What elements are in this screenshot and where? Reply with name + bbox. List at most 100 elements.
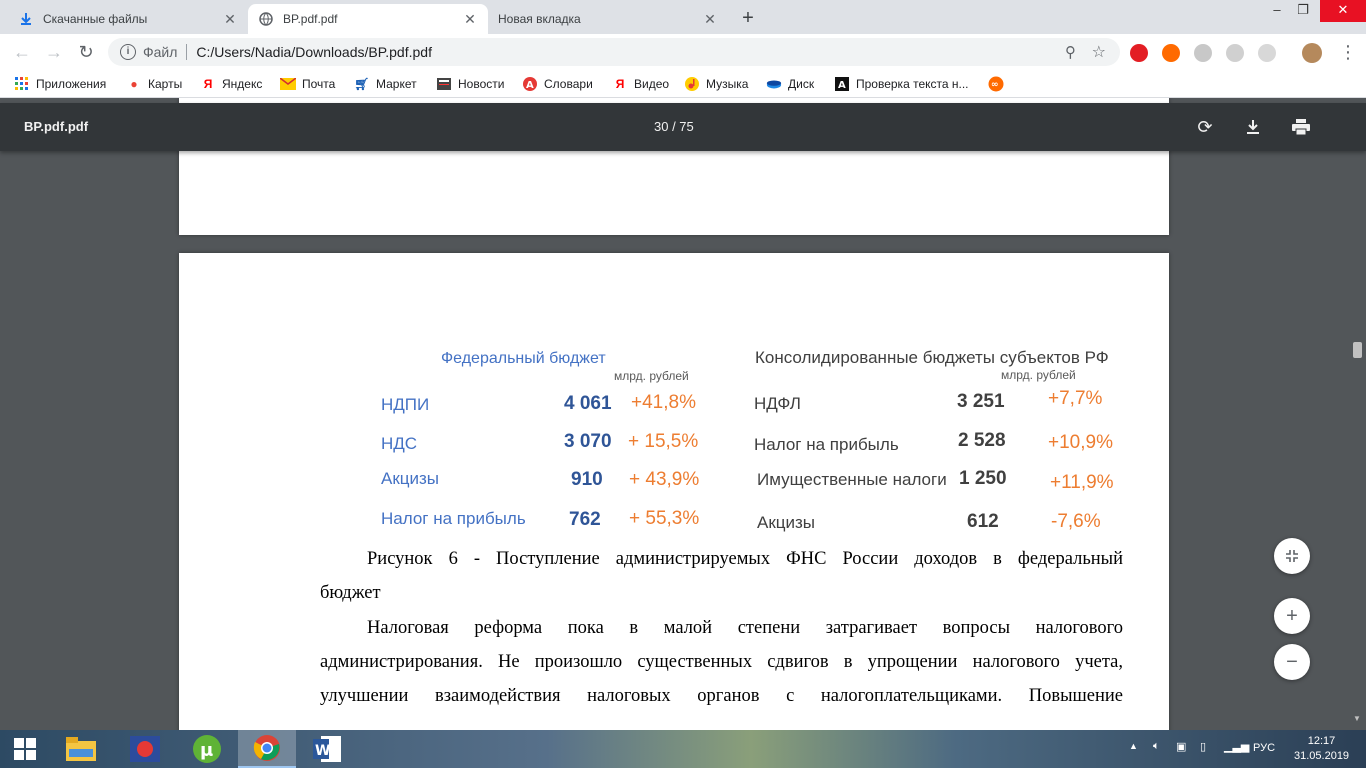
figure-right-title: Консолидированные бюджеты субъектов РФ xyxy=(755,348,1109,367)
figure-right-row-change: -7,6% xyxy=(1051,511,1101,532)
figure-left-row-name: НДС xyxy=(381,434,418,453)
music-icon xyxy=(684,76,700,92)
language-indicator[interactable]: РУС xyxy=(1253,742,1275,754)
close-icon[interactable]: ✕ xyxy=(462,11,478,27)
forward-button[interactable]: → xyxy=(42,40,66,64)
infinity-extension-icon[interactable] xyxy=(1162,44,1180,62)
zoom-in-button[interactable]: + xyxy=(1274,598,1310,634)
scrollbar-thumb[interactable] xyxy=(1353,342,1362,358)
tray-chevron-icon[interactable]: ▲ xyxy=(1129,741,1138,751)
yandex-video-icon: Я xyxy=(615,77,625,91)
figure-left-row-value: 762 xyxy=(569,509,601,530)
pdf-page: Федеральный бюджет млрд. рублей НДПИ 4 0… xyxy=(179,253,1169,730)
chrome-taskbar-icon[interactable] xyxy=(238,730,296,768)
disk-icon xyxy=(766,76,782,92)
profile-avatar[interactable] xyxy=(1302,43,1322,63)
figure-left-row-name: НДПИ xyxy=(381,395,430,414)
start-button[interactable] xyxy=(0,730,50,768)
back-button[interactable]: ← xyxy=(10,40,34,64)
figure-left-row-value: 910 xyxy=(571,469,603,490)
zoom-out-button[interactable]: − xyxy=(1274,644,1310,680)
bookmark-yandex[interactable]: Я Яндекс xyxy=(200,75,263,93)
rotate-icon[interactable]: ⟳ xyxy=(1193,115,1217,139)
file-explorer-icon[interactable] xyxy=(52,730,110,768)
apps-grid-icon xyxy=(14,76,30,92)
mail-icon xyxy=(280,76,296,92)
scroll-down-icon[interactable]: ▼ xyxy=(1353,714,1361,723)
vertical-scrollbar[interactable]: ▲ ▼ xyxy=(1349,98,1366,730)
url-scheme: Файл xyxy=(143,44,178,60)
figure-right-row-value: 2 528 xyxy=(958,430,1006,451)
fit-page-button[interactable] xyxy=(1274,538,1310,574)
bookmark-star-icon[interactable]: ☆ xyxy=(1092,42,1106,62)
news-icon xyxy=(436,76,452,92)
bookmark-video[interactable]: Я Видео xyxy=(612,75,669,93)
pdf-viewer[interactable]: Федеральный бюджет млрд. рублей НДПИ 4 0… xyxy=(0,98,1366,730)
device-icon[interactable]: ▣ xyxy=(1176,740,1186,753)
yandex-icon: Я xyxy=(203,77,213,91)
network-signal-icon[interactable]: ▁▃▅ xyxy=(1224,740,1249,753)
figure-right-row-value: 612 xyxy=(967,511,999,532)
bookmark-apps[interactable]: Приложения xyxy=(14,75,106,93)
extension-icon[interactable] xyxy=(1194,44,1212,62)
print-icon[interactable] xyxy=(1289,115,1313,139)
svg-text:∞: ∞ xyxy=(991,80,999,90)
bookmark-label: Почта xyxy=(302,77,336,91)
new-tab-button[interactable]: + xyxy=(736,7,760,31)
word-taskbar-icon[interactable]: W xyxy=(298,730,356,768)
svg-text:A: A xyxy=(526,80,534,91)
text-check-icon: A xyxy=(834,76,850,92)
globe-icon xyxy=(258,11,274,27)
battery-icon[interactable]: ▯ xyxy=(1200,740,1206,753)
figure-right-unit: млрд. рублей xyxy=(1001,368,1076,382)
figure-left-row-change: +41,8% xyxy=(631,392,696,413)
bookmark-label: Карты xyxy=(148,77,183,91)
zoom-icon[interactable]: ⚲ xyxy=(1065,43,1076,61)
clock[interactable]: 12:17 31.05.2019 xyxy=(1294,734,1349,764)
url-text[interactable]: C:/Users/Nadia/Downloads/BP.pdf.pdf xyxy=(196,44,432,60)
tab-title: Новая вкладка xyxy=(498,12,581,26)
close-icon[interactable]: ✕ xyxy=(702,11,718,27)
bookmark-infinity[interactable]: ∞ xyxy=(988,75,1010,93)
pdf-filename: BP.pdf.pdf xyxy=(24,119,89,134)
menu-kebab-icon[interactable]: ⋮ xyxy=(1339,42,1357,62)
figure-left-row-change: + 15,5% xyxy=(628,431,699,452)
opera-extension-icon[interactable] xyxy=(1130,44,1148,62)
clock-date: 31.05.2019 xyxy=(1294,750,1350,762)
extension-icon[interactable] xyxy=(1258,44,1276,62)
reload-button[interactable]: ↻ xyxy=(74,40,98,64)
figure-right-row-name: Налог на прибыль xyxy=(754,435,899,454)
bookmark-music[interactable]: Музыка xyxy=(684,75,748,93)
bookmark-label: Приложения xyxy=(36,77,107,91)
figure-right-row-value: 1 250 xyxy=(959,468,1007,489)
info-icon[interactable]: i xyxy=(120,44,136,60)
window-close-button[interactable]: ✕ xyxy=(1320,0,1366,22)
tab-pdf[interactable]: BP.pdf.pdf ✕ xyxy=(248,4,488,34)
tab-downloads[interactable]: Скачанные файлы ✕ xyxy=(8,4,248,34)
close-icon[interactable]: ✕ xyxy=(222,11,238,27)
figure-right-row-name: Акцизы xyxy=(757,513,816,532)
svg-text:μ: μ xyxy=(200,740,213,761)
paragraph-line: улучшении взаимодействия налоговых орган… xyxy=(320,686,1123,706)
cart-icon: 🛒︎ xyxy=(354,77,370,91)
figure-left-title: Федеральный бюджет xyxy=(441,350,606,367)
clock-time: 12:17 xyxy=(1307,735,1336,747)
utorrent-icon[interactable]: μ xyxy=(178,730,236,768)
tab-title: BP.pdf.pdf xyxy=(283,12,338,26)
huawei-icon[interactable] xyxy=(116,730,174,768)
bookmark-market[interactable]: 🛒︎ Маркет xyxy=(354,75,416,93)
tab-new[interactable]: Новая вкладка ✕ xyxy=(488,4,728,34)
bookmark-disk[interactable]: Диск xyxy=(766,75,814,93)
dictionary-icon: A xyxy=(522,76,538,92)
download-icon[interactable] xyxy=(1241,115,1265,139)
page-indicator[interactable]: 30 / 75 xyxy=(654,119,694,134)
volume-icon[interactable]: 🔈︎ xyxy=(1153,740,1160,753)
address-bar[interactable]: i Файл C:/Users/Nadia/Downloads/BP.pdf.p… xyxy=(108,38,1120,66)
bookmark-dictionary[interactable]: A Словари xyxy=(522,75,593,93)
figure-caption-line: бюджет xyxy=(320,583,381,603)
extension-icon[interactable] xyxy=(1226,44,1244,62)
bookmark-news[interactable]: Новости xyxy=(436,75,504,93)
bookmark-mail[interactable]: Почта xyxy=(280,75,335,93)
bookmark-text-check[interactable]: A Проверка текста н... xyxy=(834,75,969,93)
bookmark-maps[interactable]: ● Карты xyxy=(126,75,182,93)
